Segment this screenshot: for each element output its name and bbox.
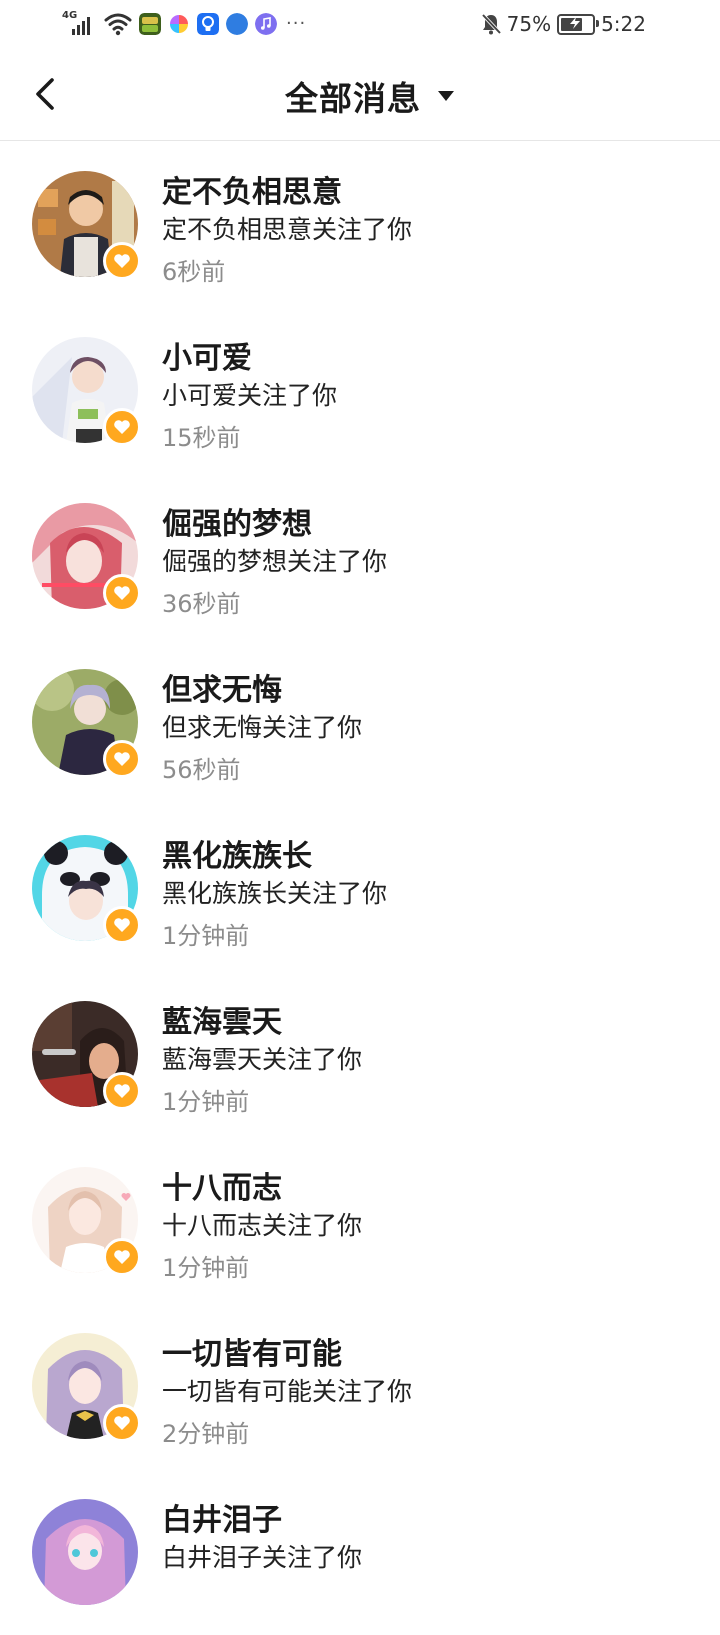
notification-item[interactable]: 一切皆有可能 一切皆有可能关注了你 2分钟前 xyxy=(0,1303,720,1469)
more-notifications-indicator: ··· xyxy=(286,13,307,34)
follow-heart-badge xyxy=(103,906,141,944)
status-left: 4G ··· xyxy=(62,10,306,38)
follow-heart-badge xyxy=(103,1072,141,1110)
user-name: 倔强的梦想 xyxy=(162,507,312,542)
status-right: 75% 5:22 xyxy=(479,10,646,38)
user-name: 定不负相思意 xyxy=(162,175,342,210)
notification-time: 1分钟前 xyxy=(162,922,250,950)
notification-time: 36秒前 xyxy=(162,590,241,618)
user-name: 小可爱 xyxy=(162,341,252,376)
notification-time: 1分钟前 xyxy=(162,1088,250,1116)
user-name: 白井泪子 xyxy=(162,1503,282,1538)
follow-heart-badge xyxy=(103,574,141,612)
notification-time: 1分钟前 xyxy=(162,1254,250,1282)
heart-icon xyxy=(114,1084,130,1098)
compass-app-icon xyxy=(226,13,248,35)
wifi-icon xyxy=(104,13,132,36)
heart-icon xyxy=(114,1250,130,1264)
battery-icon xyxy=(557,13,600,35)
notification-text: 白井泪子关注了你 xyxy=(162,1543,363,1572)
user-name: 藍海雲天 xyxy=(162,1005,282,1040)
notification-text: 小可爱关注了你 xyxy=(162,381,338,410)
bulb-app-icon xyxy=(197,13,219,35)
battery-percentage: 75% xyxy=(506,12,552,36)
notification-time: 15秒前 xyxy=(162,424,241,452)
avatar[interactable] xyxy=(32,1499,138,1605)
notification-text: 但求无悔关注了你 xyxy=(162,713,363,742)
notification-item[interactable]: 十八而志 十八而志关注了你 1分钟前 xyxy=(0,1137,720,1303)
follow-heart-badge xyxy=(103,1404,141,1442)
game-app-icon xyxy=(139,13,161,35)
clock: 5:22 xyxy=(601,12,646,36)
message-filter-dropdown[interactable]: 全部消息 xyxy=(0,72,720,120)
notification-item[interactable]: 藍海雲天 藍海雲天关注了你 1分钟前 xyxy=(0,971,720,1137)
cellular-signal-icon: 4G xyxy=(62,11,102,37)
notification-text: 十八而志关注了你 xyxy=(162,1211,363,1240)
user-name: 黑化族族长 xyxy=(162,839,312,874)
notification-text: 藍海雲天关注了你 xyxy=(162,1045,363,1074)
notification-item[interactable]: 但求无悔 但求无悔关注了你 56秒前 xyxy=(0,639,720,805)
follow-heart-badge xyxy=(103,740,141,778)
notification-item[interactable]: 小可爱 小可爱关注了你 15秒前 xyxy=(0,307,720,473)
notification-list: 定不负相思意 定不负相思意关注了你 6秒前 小可爱 小可爱关注了你 15秒前 倔… xyxy=(0,141,720,1635)
bell-off-icon xyxy=(481,13,501,35)
notification-text: 黑化族族长关注了你 xyxy=(162,879,388,908)
status-bar: 4G ··· 75% 5:22 xyxy=(0,0,720,48)
notification-item[interactable]: 黑化族族长 黑化族族长关注了你 1分钟前 xyxy=(0,805,720,971)
follow-heart-badge xyxy=(103,408,141,446)
heart-icon xyxy=(114,752,130,766)
heart-icon xyxy=(114,918,130,932)
notification-item[interactable]: 倔强的梦想 倔强的梦想关注了你 36秒前 xyxy=(0,473,720,639)
heart-icon xyxy=(114,420,130,434)
user-name: 一切皆有可能 xyxy=(162,1337,342,1372)
music-app-icon xyxy=(255,13,277,35)
caret-down-icon xyxy=(438,91,454,101)
user-name: 十八而志 xyxy=(162,1171,282,1206)
follow-heart-badge xyxy=(103,242,141,280)
notification-time: 6秒前 xyxy=(162,258,226,286)
user-name: 但求无悔 xyxy=(162,673,282,708)
notification-item[interactable]: 定不负相思意 定不负相思意关注了你 6秒前 xyxy=(0,141,720,307)
notification-time: 56秒前 xyxy=(162,756,241,784)
page-title: 全部消息 xyxy=(285,79,421,118)
heart-icon xyxy=(114,1416,130,1430)
heart-icon xyxy=(114,586,130,600)
notification-text: 定不负相思意关注了你 xyxy=(162,215,413,244)
heart-icon xyxy=(114,254,130,268)
notification-text: 倔强的梦想关注了你 xyxy=(162,547,388,576)
notification-text: 一切皆有可能关注了你 xyxy=(162,1377,413,1406)
notification-item[interactable]: 白井泪子 白井泪子关注了你 xyxy=(0,1469,720,1635)
follow-heart-badge xyxy=(103,1238,141,1276)
notification-time: 2分钟前 xyxy=(162,1420,250,1448)
pinwheel-app-icon xyxy=(168,13,190,35)
header: 全部消息 xyxy=(0,48,720,141)
